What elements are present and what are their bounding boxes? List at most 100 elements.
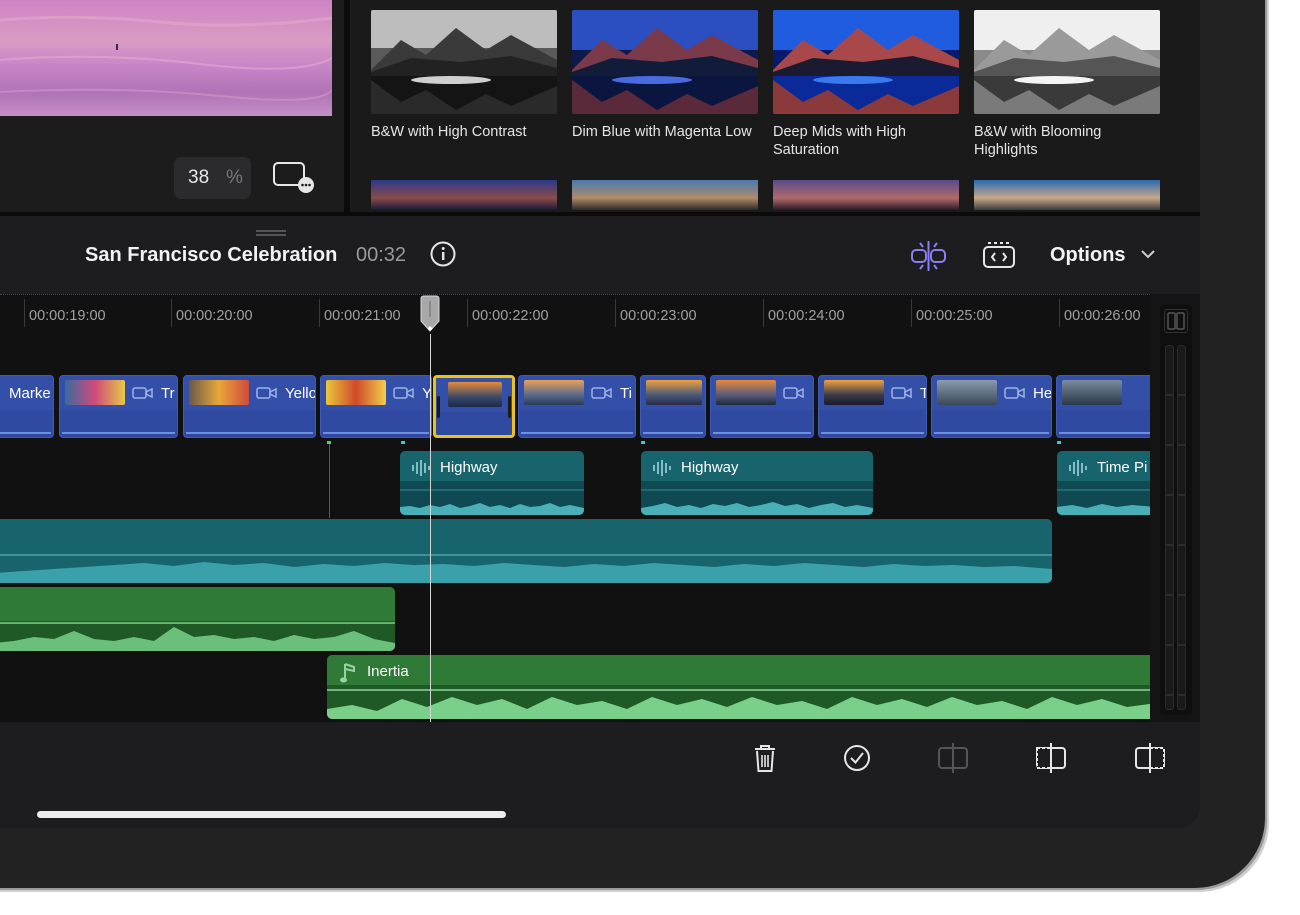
zoom-unit: % bbox=[226, 167, 243, 188]
clip-thumbnail bbox=[524, 380, 584, 405]
audio-waveform bbox=[641, 481, 873, 515]
waveform-icon bbox=[1069, 460, 1087, 476]
video-camera-icon bbox=[132, 387, 153, 399]
preset-thumbnail[interactable] bbox=[974, 180, 1160, 210]
preset-thumbnail[interactable] bbox=[572, 180, 758, 210]
preset-thumbnail bbox=[371, 10, 557, 114]
marker bbox=[1057, 441, 1061, 444]
trim-handle-right[interactable] bbox=[508, 396, 511, 418]
playhead-line bbox=[430, 334, 431, 722]
video-clip-selected[interactable] bbox=[433, 375, 515, 438]
clip-label: Tr bbox=[161, 385, 175, 402]
audio-clip[interactable] bbox=[0, 519, 1052, 583]
clip-thumbnail bbox=[716, 380, 776, 405]
music-clip[interactable]: Inertia bbox=[327, 655, 1150, 719]
clip-label: T bbox=[920, 385, 926, 402]
music-clip[interactable] bbox=[0, 587, 395, 651]
audio-clip[interactable]: Time Pi bbox=[1057, 451, 1150, 515]
ruler-tick bbox=[171, 299, 172, 327]
video-clip[interactable]: Yello bbox=[183, 375, 316, 438]
marker bbox=[641, 441, 645, 444]
preset-thumbnail bbox=[974, 10, 1160, 114]
video-clip[interactable] bbox=[710, 375, 814, 438]
checkmark-icon[interactable] bbox=[840, 742, 874, 774]
marker bbox=[401, 441, 405, 444]
playhead-handle[interactable] bbox=[420, 295, 440, 333]
project-duration: 00:32 bbox=[356, 244, 407, 266]
ruler-label: 00:00:23:00 bbox=[620, 308, 697, 324]
video-clip[interactable] bbox=[640, 375, 706, 438]
ruler-tick bbox=[24, 299, 25, 327]
audio-waveform bbox=[327, 685, 1150, 719]
preset-thumbnail bbox=[773, 10, 959, 114]
video-camera-icon bbox=[591, 387, 612, 399]
clip-thumbnail bbox=[189, 380, 249, 405]
ruler-tick bbox=[319, 299, 320, 327]
clip-label: Highway bbox=[681, 459, 739, 476]
zoom-value: 38 bbox=[188, 167, 210, 188]
video-camera-icon bbox=[783, 387, 804, 399]
video-camera-icon bbox=[393, 387, 414, 399]
clip-thumbnail bbox=[646, 380, 702, 405]
ruler-label: 00:00:19:00 bbox=[29, 308, 106, 324]
clip-appearance-icon[interactable] bbox=[982, 240, 1016, 270]
preset-thumbnail[interactable] bbox=[371, 180, 557, 210]
clip-label: Marke bbox=[9, 385, 51, 402]
snapping-icon[interactable] bbox=[910, 241, 948, 271]
viewer-preview-art bbox=[0, 15, 333, 101]
split-icon[interactable] bbox=[936, 742, 970, 774]
clip-label: Yello bbox=[285, 385, 316, 402]
trim-start-icon[interactable] bbox=[1034, 742, 1068, 774]
app-screen: 38 % B&W with High Contrast Dim Blue wit… bbox=[0, 0, 1200, 828]
video-clip[interactable]: Tr bbox=[59, 375, 178, 438]
resize-grabber[interactable] bbox=[256, 230, 286, 236]
clip-thumbnail bbox=[326, 380, 386, 405]
clip-label: Ti bbox=[620, 385, 632, 402]
video-clip[interactable]: Y bbox=[320, 375, 432, 438]
audio-clip[interactable]: Highway bbox=[400, 451, 584, 515]
video-clip[interactable] bbox=[1056, 375, 1150, 438]
meter-expand-icon[interactable] bbox=[1164, 309, 1188, 333]
audio-waveform bbox=[0, 554, 1052, 583]
ruler-tick bbox=[911, 299, 912, 327]
trim-end-icon[interactable] bbox=[1133, 742, 1167, 774]
ruler-label: 00:00:24:00 bbox=[768, 308, 845, 324]
audio-waveform bbox=[400, 481, 584, 515]
zoom-level-field[interactable]: 38 % bbox=[174, 157, 251, 199]
viewer: 38 % bbox=[0, 0, 344, 212]
home-indicator[interactable] bbox=[37, 811, 506, 818]
waveform-icon bbox=[653, 460, 671, 476]
options-menu-button[interactable]: Options bbox=[1050, 244, 1126, 267]
connection-line bbox=[329, 444, 330, 518]
audio-clip[interactable]: Highway bbox=[641, 451, 873, 515]
clip-label: Time Pi bbox=[1097, 459, 1148, 476]
video-clip[interactable]: Marke bbox=[0, 375, 54, 438]
ruler-label: 00:00:22:00 bbox=[472, 308, 549, 324]
preset-thumbnail[interactable] bbox=[773, 180, 959, 210]
audio-waveform bbox=[0, 621, 395, 651]
video-clip[interactable]: He bbox=[931, 375, 1052, 438]
chevron-down-icon[interactable] bbox=[1140, 247, 1156, 261]
viewer-preview-image bbox=[0, 0, 333, 116]
video-clip[interactable]: Ti bbox=[518, 375, 636, 438]
ruler-label: 00:00:26:00 bbox=[1064, 308, 1141, 324]
ruler-tick bbox=[1059, 299, 1060, 327]
preset-tile[interactable]: B&W with Blooming Highlights bbox=[974, 10, 1160, 159]
preset-tile[interactable]: Dim Blue with Magenta Low bbox=[572, 10, 758, 141]
meter-channel-right bbox=[1177, 345, 1186, 710]
display-options-icon[interactable] bbox=[272, 160, 314, 194]
clip-thumbnail bbox=[65, 380, 125, 405]
video-clip[interactable]: T bbox=[818, 375, 927, 438]
ruler-tick bbox=[467, 299, 468, 327]
trim-handle-left[interactable] bbox=[437, 396, 440, 418]
preset-tile[interactable]: Deep Mids with High Saturation bbox=[773, 10, 959, 159]
preset-thumbnail bbox=[572, 10, 758, 114]
trash-icon[interactable] bbox=[748, 742, 782, 774]
ruler-label: 00:00:25:00 bbox=[916, 308, 993, 324]
preset-tile[interactable]: B&W with High Contrast bbox=[371, 10, 557, 141]
preset-label: Deep Mids with High Saturation bbox=[773, 124, 906, 158]
clip-thumbnail bbox=[937, 380, 997, 405]
timeline[interactable]: 00:00:19:00 00:00:20:00 00:00:21:00 00:0… bbox=[0, 294, 1150, 722]
info-icon[interactable] bbox=[430, 241, 456, 267]
time-ruler[interactable]: 00:00:19:00 00:00:20:00 00:00:21:00 00:0… bbox=[0, 294, 1150, 331]
